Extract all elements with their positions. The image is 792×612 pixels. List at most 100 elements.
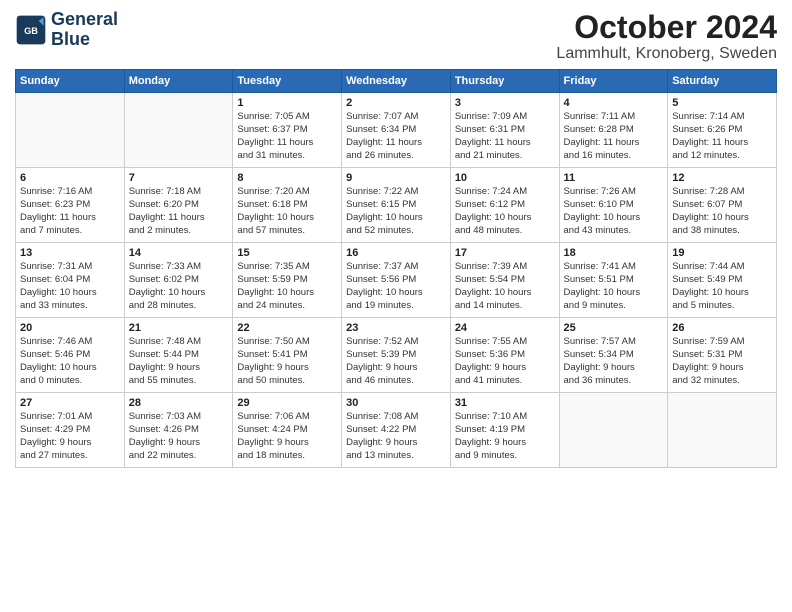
cell-w1-d5: 3 Sunrise: 7:09 AM Sunset: 6:31 PM Daylig… [450, 93, 559, 168]
col-thursday: Thursday [450, 70, 559, 93]
day-info: Sunrise: 7:07 AM Sunset: 6:34 PM Dayligh… [346, 111, 446, 162]
location-title: Lammhult, Kronoberg, Sweden [556, 45, 777, 63]
cell-w1-d3: 1 Sunrise: 7:05 AM Sunset: 6:37 PM Daylig… [233, 93, 342, 168]
day-number: 1 [237, 97, 337, 109]
logo-icon: GB [15, 14, 47, 46]
day-info: Sunrise: 7:52 AM Sunset: 5:39 PM Dayligh… [346, 336, 446, 387]
day-number: 21 [129, 322, 229, 334]
title-area: October 2024 Lammhult, Kronoberg, Sweden [556, 10, 777, 63]
week-row-3: 13 Sunrise: 7:31 AM Sunset: 6:04 PM Dayli… [16, 243, 777, 318]
day-number: 16 [346, 247, 446, 259]
cell-w2-d1: 6 Sunrise: 7:16 AM Sunset: 6:23 PM Daylig… [16, 168, 125, 243]
day-info: Sunrise: 7:55 AM Sunset: 5:36 PM Dayligh… [455, 336, 555, 387]
day-info: Sunrise: 7:20 AM Sunset: 6:18 PM Dayligh… [237, 186, 337, 237]
logo-line2: Blue [51, 30, 118, 50]
day-info: Sunrise: 7:50 AM Sunset: 5:41 PM Dayligh… [237, 336, 337, 387]
day-info: Sunrise: 7:31 AM Sunset: 6:04 PM Dayligh… [20, 261, 120, 312]
week-row-5: 27 Sunrise: 7:01 AM Sunset: 4:29 PM Dayli… [16, 393, 777, 468]
cell-w4-d3: 22 Sunrise: 7:50 AM Sunset: 5:41 PM Dayli… [233, 318, 342, 393]
day-info: Sunrise: 7:57 AM Sunset: 5:34 PM Dayligh… [564, 336, 664, 387]
day-number: 29 [237, 397, 337, 409]
month-title: October 2024 [556, 10, 777, 45]
day-info: Sunrise: 7:35 AM Sunset: 5:59 PM Dayligh… [237, 261, 337, 312]
cell-w2-d7: 12 Sunrise: 7:28 AM Sunset: 6:07 PM Dayli… [668, 168, 777, 243]
day-info: Sunrise: 7:59 AM Sunset: 5:31 PM Dayligh… [672, 336, 772, 387]
day-number: 5 [672, 97, 772, 109]
day-number: 6 [20, 172, 120, 184]
day-number: 27 [20, 397, 120, 409]
day-info: Sunrise: 7:05 AM Sunset: 6:37 PM Dayligh… [237, 111, 337, 162]
day-number: 19 [672, 247, 772, 259]
day-number: 13 [20, 247, 120, 259]
day-info: Sunrise: 7:18 AM Sunset: 6:20 PM Dayligh… [129, 186, 229, 237]
cell-w1-d2 [124, 93, 233, 168]
cell-w5-d6 [559, 393, 668, 468]
cell-w4-d6: 25Sunrise: 7:57 AM Sunset: 5:34 PM Dayli… [559, 318, 668, 393]
day-number: 10 [455, 172, 555, 184]
cell-w3-d7: 19 Sunrise: 7:44 AM Sunset: 5:49 PM Dayli… [668, 243, 777, 318]
cell-w1-d7: 5 Sunrise: 7:14 AM Sunset: 6:26 PM Daylig… [668, 93, 777, 168]
col-tuesday: Tuesday [233, 70, 342, 93]
day-number: 9 [346, 172, 446, 184]
day-info: Sunrise: 7:03 AM Sunset: 4:26 PM Dayligh… [129, 411, 229, 462]
cell-w5-d5: 31 Sunrise: 7:10 AM Sunset: 4:19 PM Dayli… [450, 393, 559, 468]
cell-w5-d1: 27 Sunrise: 7:01 AM Sunset: 4:29 PM Dayli… [16, 393, 125, 468]
cell-w3-d3: 15 Sunrise: 7:35 AM Sunset: 5:59 PM Dayli… [233, 243, 342, 318]
col-wednesday: Wednesday [342, 70, 451, 93]
day-info: Sunrise: 7:16 AM Sunset: 6:23 PM Dayligh… [20, 186, 120, 237]
day-number: 26 [672, 322, 772, 334]
week-row-1: 1 Sunrise: 7:05 AM Sunset: 6:37 PM Daylig… [16, 93, 777, 168]
day-number: 24 [455, 322, 555, 334]
day-number: 18 [564, 247, 664, 259]
day-number: 17 [455, 247, 555, 259]
day-info: Sunrise: 7:22 AM Sunset: 6:15 PM Dayligh… [346, 186, 446, 237]
day-info: Sunrise: 7:33 AM Sunset: 6:02 PM Dayligh… [129, 261, 229, 312]
cell-w3-d2: 14Sunrise: 7:33 AM Sunset: 6:02 PM Dayli… [124, 243, 233, 318]
day-info: Sunrise: 7:28 AM Sunset: 6:07 PM Dayligh… [672, 186, 772, 237]
day-number: 30 [346, 397, 446, 409]
day-info: Sunrise: 7:10 AM Sunset: 4:19 PM Dayligh… [455, 411, 555, 462]
day-number: 20 [20, 322, 120, 334]
cell-w3-d1: 13 Sunrise: 7:31 AM Sunset: 6:04 PM Dayli… [16, 243, 125, 318]
day-info: Sunrise: 7:26 AM Sunset: 6:10 PM Dayligh… [564, 186, 664, 237]
cell-w2-d5: 10 Sunrise: 7:24 AM Sunset: 6:12 PM Dayli… [450, 168, 559, 243]
day-info: Sunrise: 7:44 AM Sunset: 5:49 PM Dayligh… [672, 261, 772, 312]
cell-w4-d5: 24 Sunrise: 7:55 AM Sunset: 5:36 PM Dayli… [450, 318, 559, 393]
cell-w5-d4: 30Sunrise: 7:08 AM Sunset: 4:22 PM Dayli… [342, 393, 451, 468]
day-number: 31 [455, 397, 555, 409]
cell-w5-d2: 28 Sunrise: 7:03 AM Sunset: 4:26 PM Dayli… [124, 393, 233, 468]
day-info: Sunrise: 7:01 AM Sunset: 4:29 PM Dayligh… [20, 411, 120, 462]
day-number: 12 [672, 172, 772, 184]
day-number: 7 [129, 172, 229, 184]
week-row-2: 6 Sunrise: 7:16 AM Sunset: 6:23 PM Daylig… [16, 168, 777, 243]
cell-w3-d4: 16 Sunrise: 7:37 AM Sunset: 5:56 PM Dayli… [342, 243, 451, 318]
cell-w2-d4: 9 Sunrise: 7:22 AM Sunset: 6:15 PM Daylig… [342, 168, 451, 243]
cell-w4-d2: 21Sunrise: 7:48 AM Sunset: 5:44 PM Dayli… [124, 318, 233, 393]
svg-text:GB: GB [24, 26, 38, 36]
day-number: 11 [564, 172, 664, 184]
cell-w3-d6: 18 Sunrise: 7:41 AM Sunset: 5:51 PM Dayli… [559, 243, 668, 318]
day-info: Sunrise: 7:37 AM Sunset: 5:56 PM Dayligh… [346, 261, 446, 312]
day-info: Sunrise: 7:41 AM Sunset: 5:51 PM Dayligh… [564, 261, 664, 312]
cell-w1-d4: 2 Sunrise: 7:07 AM Sunset: 6:34 PM Daylig… [342, 93, 451, 168]
day-number: 22 [237, 322, 337, 334]
day-info: Sunrise: 7:39 AM Sunset: 5:54 PM Dayligh… [455, 261, 555, 312]
day-number: 8 [237, 172, 337, 184]
logo: GB General Blue [15, 10, 118, 50]
day-info: Sunrise: 7:14 AM Sunset: 6:26 PM Dayligh… [672, 111, 772, 162]
day-info: Sunrise: 7:24 AM Sunset: 6:12 PM Dayligh… [455, 186, 555, 237]
cell-w4-d1: 20Sunrise: 7:46 AM Sunset: 5:46 PM Dayli… [16, 318, 125, 393]
day-number: 2 [346, 97, 446, 109]
cell-w4-d7: 26 Sunrise: 7:59 AM Sunset: 5:31 PM Dayli… [668, 318, 777, 393]
day-number: 4 [564, 97, 664, 109]
day-info: Sunrise: 7:09 AM Sunset: 6:31 PM Dayligh… [455, 111, 555, 162]
day-info: Sunrise: 7:11 AM Sunset: 6:28 PM Dayligh… [564, 111, 664, 162]
week-row-4: 20Sunrise: 7:46 AM Sunset: 5:46 PM Dayli… [16, 318, 777, 393]
col-saturday: Saturday [668, 70, 777, 93]
calendar-header-row: Sunday Monday Tuesday Wednesday Thursday… [16, 70, 777, 93]
cell-w5-d7 [668, 393, 777, 468]
day-number: 15 [237, 247, 337, 259]
day-number: 3 [455, 97, 555, 109]
header: GB General Blue October 2024 Lammhult, K… [15, 10, 777, 63]
day-number: 28 [129, 397, 229, 409]
